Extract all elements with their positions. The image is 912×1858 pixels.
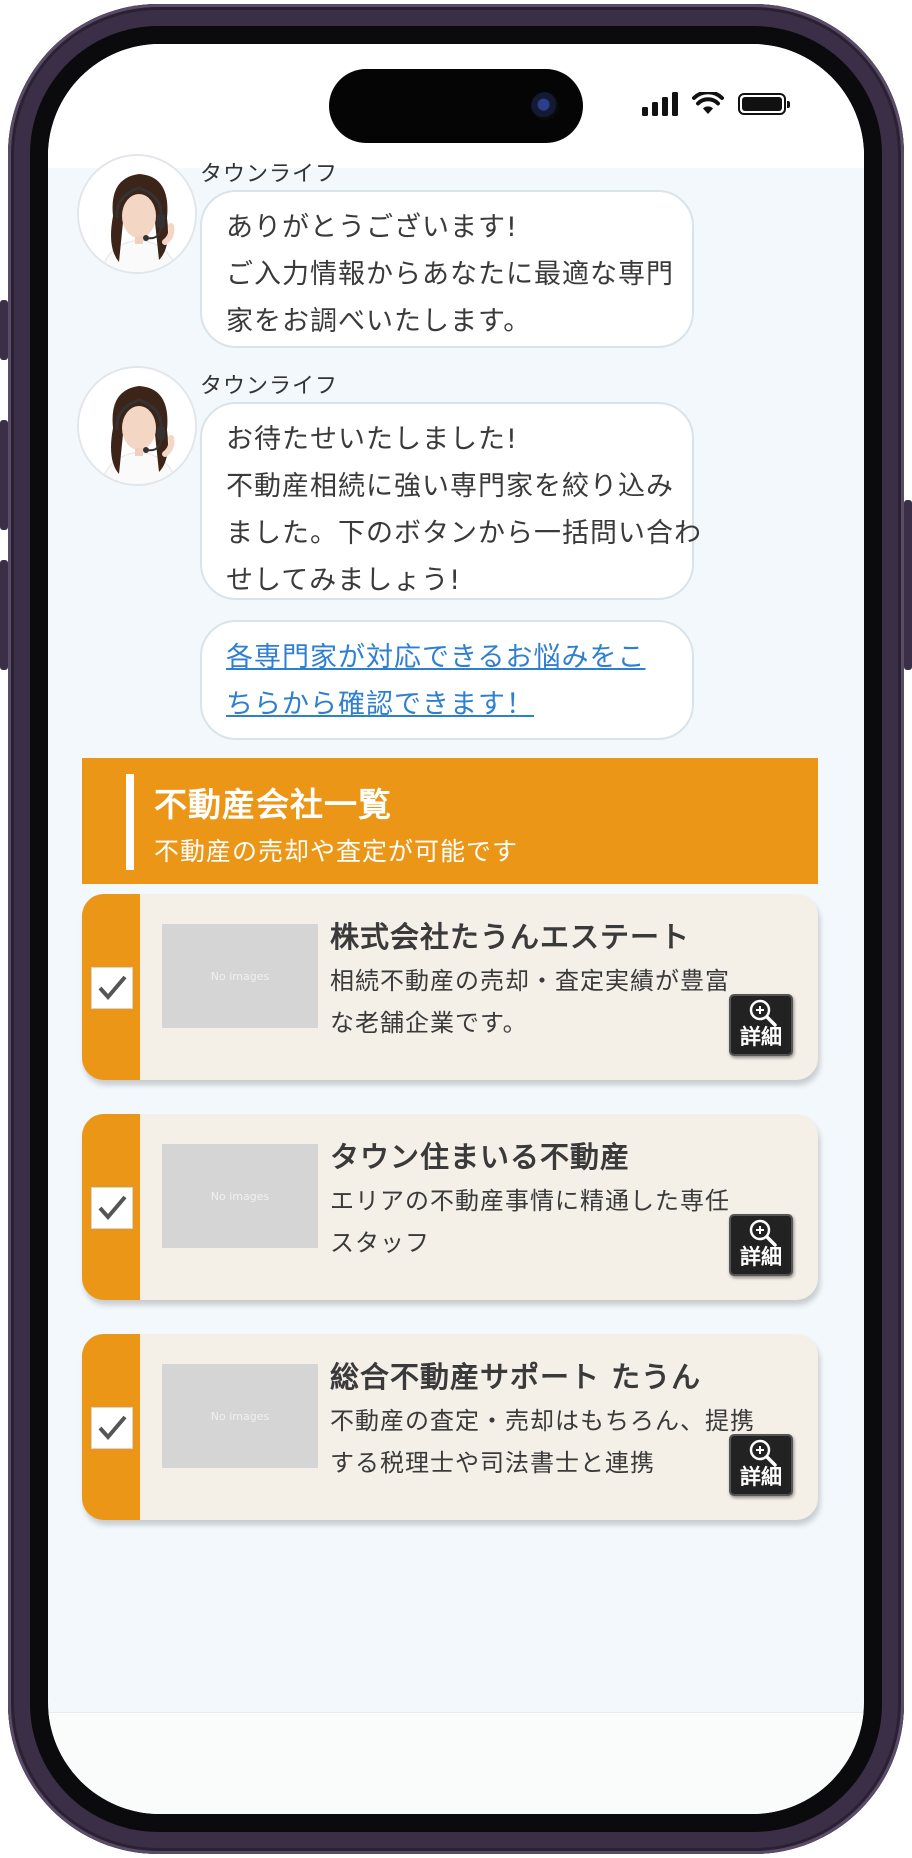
chat-bubble: お待たせいたしました! 不動産相続に強い専門家を絞り込み ました。下のボタンから… xyxy=(200,402,702,600)
battery-icon xyxy=(738,93,790,115)
company-card: No images 総合不動産サポート たうん 不動産の査定・売却はもちろん、提… xyxy=(82,1334,818,1520)
description-line: 不動産の査定・売却はもちろん、提携 xyxy=(330,1407,755,1435)
detail-button[interactable]: 詳細 xyxy=(729,1434,793,1496)
cellular-signal-icon xyxy=(642,92,678,116)
company-card: No images 株式会社たうんエステート 相続不動産の売却・査定実績が豊富 … xyxy=(82,894,818,1080)
detail-label: 詳細 xyxy=(740,1245,782,1269)
section-subtitle: 不動産の売却や査定が可能です xyxy=(154,837,519,866)
description-line: エリアの不動産事情に精通した専任 xyxy=(330,1187,730,1215)
volume-up-button xyxy=(0,420,8,530)
description-line: する税理士や司法書士と連携 xyxy=(330,1449,655,1477)
company-thumbnail: No images xyxy=(162,924,318,1028)
checkmark-icon xyxy=(98,975,127,1001)
sender-name: タウンライフ xyxy=(200,374,339,399)
company-thumbnail: No images xyxy=(162,1364,318,1468)
company-name: 総合不動産サポート たうん xyxy=(330,1360,702,1394)
link-text[interactable]: ちらから確認できます！ xyxy=(226,681,668,728)
company-checkbox[interactable] xyxy=(91,1407,133,1449)
message-line: ご入力情報からあなたに最適な専門 xyxy=(226,259,674,290)
company-description: エリアの不動産事情に精通した専任 スタッフ xyxy=(330,1180,730,1264)
detail-button[interactable]: 詳細 xyxy=(729,1214,793,1276)
checkmark-icon xyxy=(98,1415,127,1441)
wifi-icon xyxy=(692,92,724,114)
status-icons xyxy=(642,92,790,116)
message-line: お待たせいたしました! xyxy=(226,424,518,455)
front-camera-icon xyxy=(531,92,559,120)
detail-label: 詳細 xyxy=(740,1025,782,1049)
description-line: スタッフ xyxy=(330,1229,430,1257)
action-button xyxy=(0,300,8,360)
company-thumbnail: No images xyxy=(162,1144,318,1248)
phone-screen: タウンライフ ありがとうございます! ご入力情報からあなたに最適な専門 家をお調… xyxy=(48,44,864,1814)
section-title: 不動産会社一覧 xyxy=(154,785,392,824)
company-name: タウン住まいる不動産 xyxy=(330,1140,631,1174)
operator-avatar-image xyxy=(79,156,195,272)
company-checkbox[interactable] xyxy=(91,1187,133,1229)
sender-name: タウンライフ xyxy=(200,162,339,187)
section-accent-bar xyxy=(126,774,134,870)
thumbnail-placeholder-text: No images xyxy=(210,1189,270,1203)
bottom-bar xyxy=(48,1712,864,1814)
message-line: 家をお調べいたします。 xyxy=(226,306,532,337)
operator-avatar-image xyxy=(79,368,195,484)
chat-bubble: ありがとうございます! ご入力情報からあなたに最適な専門 家をお調べいたします。 xyxy=(200,190,694,348)
message-line: せしてみましょう! xyxy=(226,565,462,596)
company-description: 相続不動産の売却・査定実績が豊富 な老舗企業です。 xyxy=(330,960,730,1044)
message-line: ました。下のボタンから一括問い合わ xyxy=(226,518,702,549)
status-bar xyxy=(48,44,864,168)
description-line: 相続不動産の売却・査定実績が豊富 xyxy=(330,967,730,995)
thumbnail-placeholder-text: No images xyxy=(210,969,270,983)
dynamic-island xyxy=(329,69,583,143)
company-checkbox[interactable] xyxy=(91,967,133,1009)
power-button xyxy=(904,500,912,670)
avatar xyxy=(77,366,197,486)
link-text[interactable]: 各専門家が対応できるお悩みをこ xyxy=(226,634,668,681)
expert-concerns-link[interactable]: 各専門家が対応できるお悩みをこ ちらから確認できます！ xyxy=(200,620,694,740)
message-line: ありがとうございます! xyxy=(226,212,518,243)
detail-button[interactable]: 詳細 xyxy=(729,994,793,1056)
company-name: 株式会社たうんエステート xyxy=(330,920,691,954)
description-line: な老舗企業です。 xyxy=(330,1009,528,1037)
message-line: 不動産相続に強い専門家を絞り込み xyxy=(226,471,674,502)
company-description: 不動産の査定・売却はもちろん、提携 する税理士や司法書士と連携 xyxy=(330,1400,755,1484)
checkmark-icon xyxy=(98,1195,127,1221)
detail-label: 詳細 xyxy=(740,1465,782,1489)
avatar xyxy=(77,154,197,274)
volume-down-button xyxy=(0,560,8,670)
section-header: 不動産会社一覧 不動産の売却や査定が可能です xyxy=(82,758,818,884)
thumbnail-placeholder-text: No images xyxy=(210,1409,270,1423)
company-card: No images タウン住まいる不動産 エリアの不動産事情に精通した専任 スタ… xyxy=(82,1114,818,1300)
